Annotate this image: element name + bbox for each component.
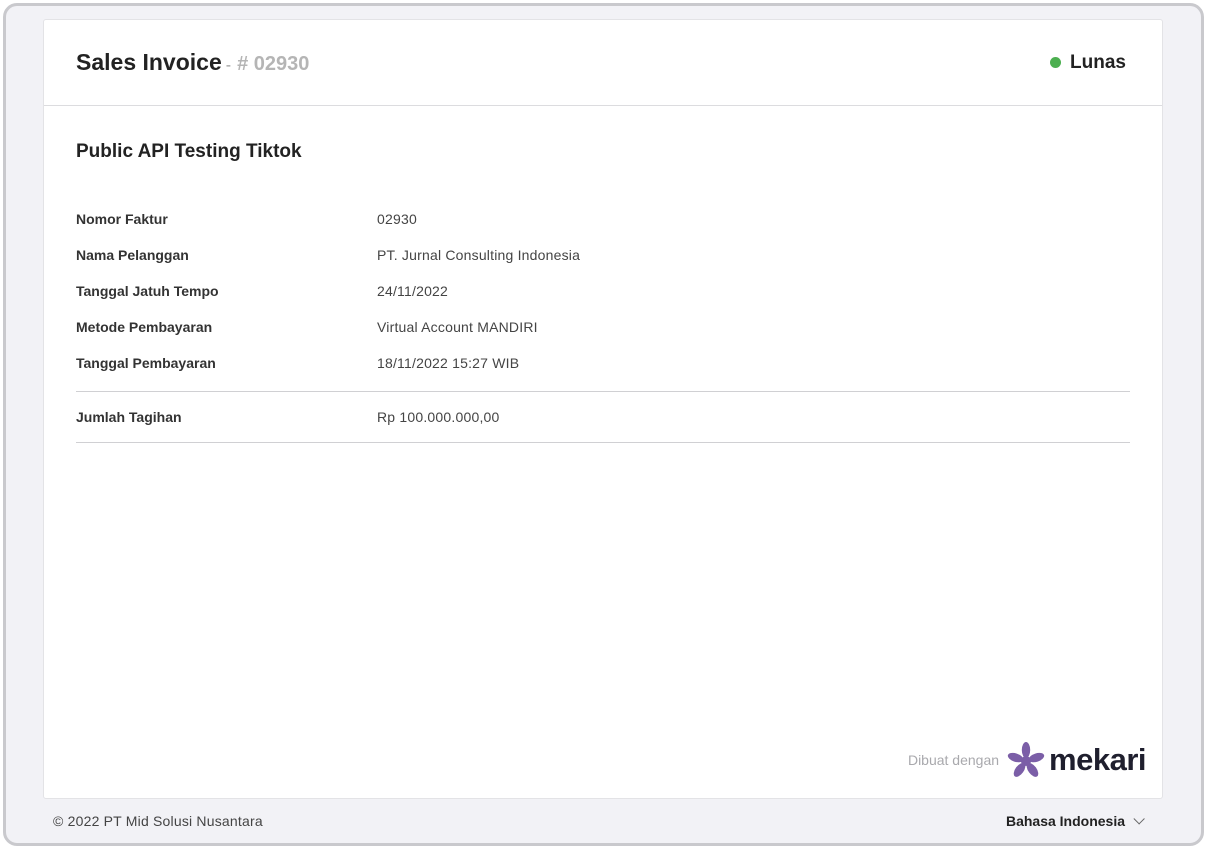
detail-row-nama-pelanggan: Nama Pelanggan PT. Jurnal Consulting Ind… xyxy=(76,237,1130,273)
chevron-down-icon xyxy=(1133,813,1145,825)
invoice-title-group: Sales Invoice - # 02930 xyxy=(76,49,309,76)
detail-value: PT. Jurnal Consulting Indonesia xyxy=(377,247,581,263)
detail-value: 24/11/2022 xyxy=(377,283,449,299)
total-label: Jumlah Tagihan xyxy=(76,409,182,425)
detail-label: Tanggal Jatuh Tempo xyxy=(76,283,219,299)
detail-row-nomor-faktur: Nomor Faktur 02930 xyxy=(76,201,1130,237)
detail-row-jatuh-tempo: Tanggal Jatuh Tempo 24/11/2022 xyxy=(76,273,1130,309)
status-dot-icon xyxy=(1050,57,1062,68)
powered-by-text: Dibuat dengan xyxy=(907,752,1000,768)
language-label: Bahasa Indonesia xyxy=(1005,813,1125,829)
invoice-body: Public API Testing Tiktok Nomor Faktur 0… xyxy=(44,141,1162,443)
detail-value: Virtual Account MANDIRI xyxy=(377,319,538,335)
title-separator: - xyxy=(225,57,232,74)
window-frame: Sales Invoice - # 02930 Lunas Public API… xyxy=(3,3,1204,846)
detail-label: Metode Pembayaran xyxy=(76,319,213,335)
invoice-details: Nomor Faktur 02930 Nama Pelanggan PT. Ju… xyxy=(76,201,1130,381)
total-row: Jumlah Tagihan Rp 100.000.000,00 xyxy=(76,392,1130,443)
detail-label: Nomor Faktur xyxy=(76,211,168,227)
page-title: Sales Invoice xyxy=(76,49,222,75)
status-label: Lunas xyxy=(1070,51,1126,73)
powered-by: Dibuat dengan mekari xyxy=(908,742,1146,778)
invoice-card: Sales Invoice - # 02930 Lunas Public API… xyxy=(43,19,1163,799)
language-selector[interactable]: Bahasa Indonesia xyxy=(1005,813,1145,829)
invoice-header: Sales Invoice - # 02930 Lunas xyxy=(44,20,1162,106)
detail-label: Nama Pelanggan xyxy=(76,247,189,263)
detail-row-tanggal-pembayaran: Tanggal Pembayaran 18/11/2022 15:27 WIB xyxy=(76,345,1130,381)
mekari-logo: mekari xyxy=(1007,742,1146,778)
mekari-wordmark: mekari xyxy=(1049,742,1146,777)
detail-label: Tanggal Pembayaran xyxy=(76,355,216,371)
detail-value: 02930 xyxy=(377,211,417,227)
customer-heading: Public API Testing Tiktok xyxy=(76,141,302,162)
detail-value: 18/11/2022 15:27 WIB xyxy=(377,355,520,371)
copyright-text: © 2022 PT Mid Solusi Nusantara xyxy=(53,813,263,829)
page-footer: © 2022 PT Mid Solusi Nusantara Bahasa In… xyxy=(6,806,1201,836)
status-badge: Lunas xyxy=(1050,52,1126,74)
mekari-star-icon xyxy=(1007,742,1045,777)
invoice-number: # 02930 xyxy=(237,53,310,75)
detail-row-metode-pembayaran: Metode Pembayaran Virtual Account MANDIR… xyxy=(76,309,1130,345)
total-value: Rp 100.000.000,00 xyxy=(377,409,500,425)
